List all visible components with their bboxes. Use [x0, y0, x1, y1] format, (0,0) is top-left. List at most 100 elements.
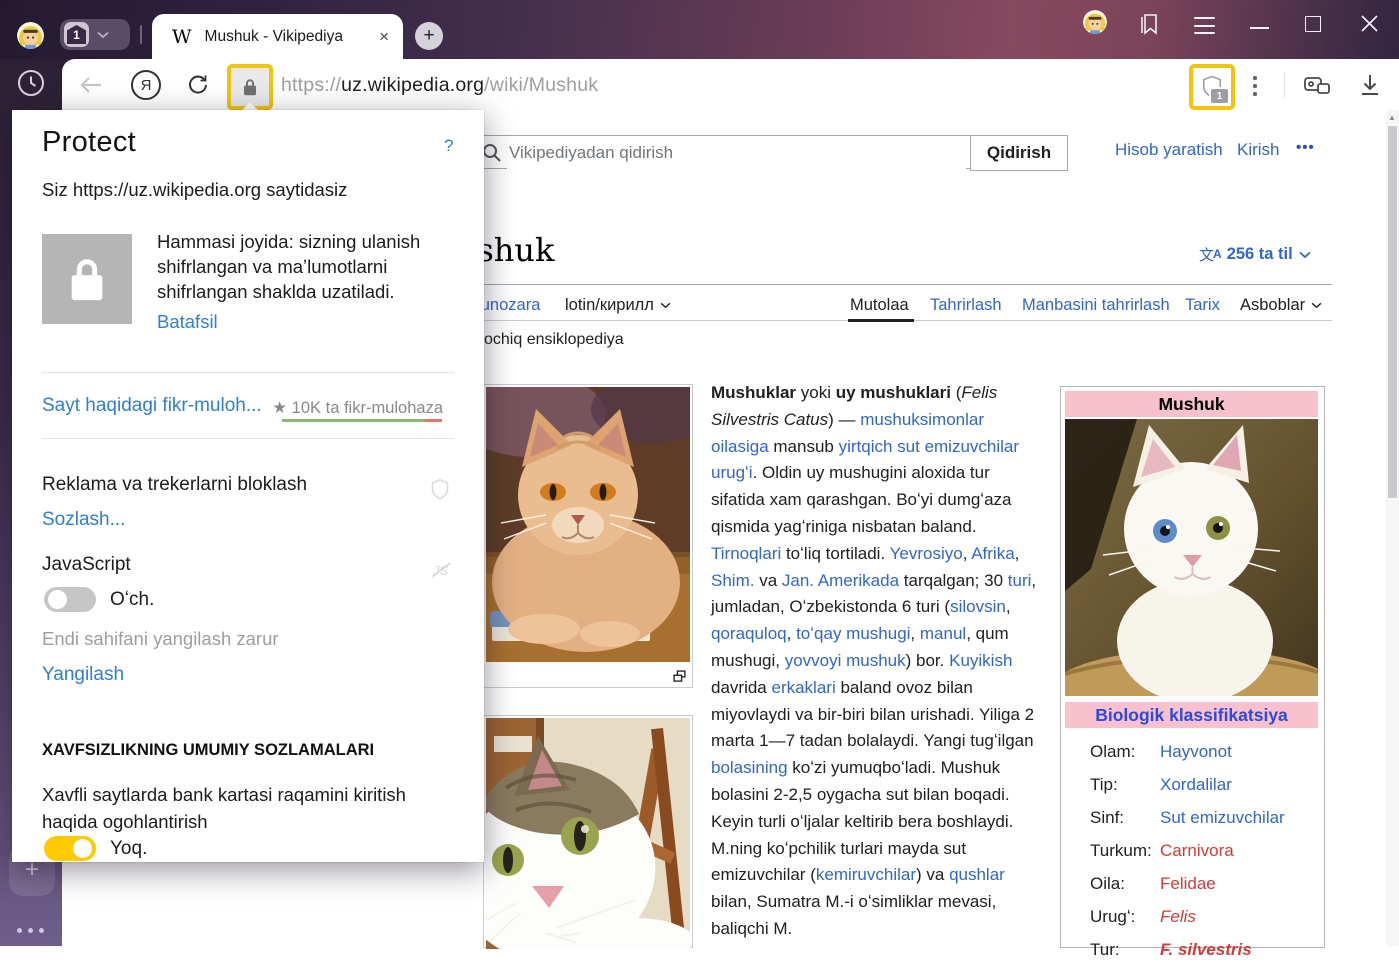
chevron-down-icon: [1311, 302, 1322, 309]
tab-manbasini-tahrirlash[interactable]: Manbasini tahrirlash: [1022, 296, 1170, 315]
profile-avatar[interactable]: [17, 22, 44, 49]
article-link[interactable]: qushlar: [949, 865, 1005, 884]
extensions-icon[interactable]: [1302, 72, 1332, 98]
help-link[interactable]: ?: [444, 136, 453, 156]
close-icon[interactable]: [1360, 14, 1379, 33]
account-avatar[interactable]: [1083, 10, 1107, 34]
article-link[interactable]: Shim.: [711, 571, 754, 590]
article-link[interactable]: toʻqay mushugi: [796, 624, 910, 643]
scroll-up-arrow[interactable]: ▲: [1388, 113, 1396, 122]
tabbar-divider: [140, 25, 142, 44]
article-image-orange-cat[interactable]: [483, 384, 693, 688]
infobox-row-value-link[interactable]: Sut emizuvchilar: [1160, 808, 1285, 828]
sidebar-more-icon[interactable]: [17, 928, 44, 933]
tab-close-icon[interactable]: ×: [379, 28, 389, 45]
site-feedback-link[interactable]: Sayt haqidagi fikr-muloh...: [42, 395, 262, 417]
adblock-settings-link[interactable]: Sozlash...: [42, 509, 125, 531]
divider: [42, 372, 454, 373]
article-link[interactable]: kemiruvchilar: [816, 865, 916, 884]
infobox-row-value-link[interactable]: Felis: [1160, 907, 1196, 927]
javascript-toggle-off[interactable]: [44, 587, 96, 612]
white-kitten-photo: [1065, 419, 1318, 696]
wikipedia-favicon: W: [172, 26, 192, 48]
tab-group-pill[interactable]: 1: [60, 19, 130, 50]
infobox-row-value-link[interactable]: Carnivora: [1160, 841, 1234, 861]
infobox-row: Urugʻ:Felis: [1061, 900, 1324, 933]
article-link[interactable]: Yevrosiyo: [890, 544, 963, 563]
address-bar[interactable]: https://uz.wikipedia.org/wiki/Mushuk: [281, 74, 598, 97]
bookmarks-flag-icon[interactable]: [1136, 11, 1162, 38]
details-link[interactable]: Batafsil: [157, 311, 218, 333]
infobox-row-value-link[interactable]: Xordalilar: [1160, 775, 1232, 795]
infobox-row-value-link[interactable]: F. silvestris: [1160, 940, 1252, 960]
tab-tarix[interactable]: Tarix: [1185, 296, 1220, 315]
bank-warning-toggle-on[interactable]: [44, 836, 96, 861]
tab-tahrirlash[interactable]: Tahrirlash: [930, 296, 1002, 315]
tab-group-badge: 1: [64, 22, 89, 47]
connection-status-text: Hammasi joyida: sizning ulanish shifrlan…: [157, 229, 449, 304]
wiki-search-box[interactable]: [472, 135, 972, 169]
kebab-menu-icon[interactable]: [1253, 76, 1257, 96]
search-button[interactable]: Qidirish: [970, 135, 1068, 171]
article-link[interactable]: qoraquloq: [711, 624, 787, 643]
article-link[interactable]: erkaklari: [771, 678, 835, 697]
lock-icon: [241, 77, 259, 97]
login-link[interactable]: Kirish: [1237, 140, 1280, 160]
infobox-row-label: Olam:: [1090, 742, 1135, 762]
article-link[interactable]: Tirnoqlari: [711, 544, 781, 563]
infobox-section-header: Biologik klassifikatsiya: [1065, 702, 1318, 728]
infobox-row-value-link[interactable]: Felidae: [1160, 874, 1216, 894]
tab-asboblar[interactable]: Asboblar: [1240, 296, 1322, 315]
article-paragraph: Mushuklar yoki uy mushuklari (Felis Silv…: [711, 380, 1037, 943]
javascript-state-label: Oʻch.: [110, 589, 154, 611]
article-link[interactable]: silovsin: [950, 597, 1006, 616]
refresh-link[interactable]: Yangilash: [42, 664, 124, 686]
article-text: mansub: [769, 437, 839, 456]
infobox-row-label: Tur:: [1090, 940, 1120, 960]
article-link[interactable]: Jan. Amerikada: [782, 571, 899, 590]
adblock-label: Reklama va trekerlarni bloklash: [42, 474, 307, 496]
article-text: ,: [1015, 544, 1020, 563]
article-link[interactable]: yovvoyi mushuk: [785, 651, 906, 670]
article-text: Mushuklar: [711, 383, 796, 402]
toolbar-divider: [1284, 72, 1285, 98]
refresh-note: Endi sahifani yangilash zarur: [42, 628, 279, 650]
enlarge-icon[interactable]: [672, 669, 687, 684]
article-link[interactable]: Kuyikish: [949, 651, 1012, 670]
infobox-image-white-kitten[interactable]: [1065, 419, 1318, 696]
reload-icon[interactable]: [186, 73, 210, 97]
feedback-rating: ★ 10K ta fikr-mulohaza: [272, 398, 443, 418]
history-clock-icon[interactable]: [17, 69, 45, 97]
more-options-dots[interactable]: •••: [1296, 139, 1315, 156]
browser-tab-active[interactable]: W Mushuk - Vikipediya ×: [152, 14, 403, 59]
language-count: 256 ta til: [1227, 245, 1293, 264]
maximize-icon[interactable]: [1305, 16, 1321, 32]
minimize-icon[interactable]: [1250, 27, 1269, 29]
infobox-row-label: Turkum:: [1090, 841, 1152, 861]
article-link[interactable]: bolasining: [711, 758, 788, 777]
chevron-down-icon: [1299, 251, 1311, 259]
new-tab-button[interactable]: +: [415, 22, 443, 50]
menu-icon[interactable]: [1194, 17, 1215, 34]
article-text: ,: [1006, 597, 1011, 616]
article-link[interactable]: manul: [920, 624, 966, 643]
protect-shield-button[interactable]: 1: [1189, 64, 1235, 110]
chevron-down-icon: [97, 31, 109, 39]
article-link[interactable]: turi: [1008, 571, 1032, 590]
create-account-link[interactable]: Hisob yaratish: [1115, 140, 1223, 160]
article-image-white-tabby-cat[interactable]: [483, 715, 693, 948]
infobox-row-value-link[interactable]: Hayvonot: [1160, 742, 1232, 762]
article-link[interactable]: Afrika: [971, 544, 1014, 563]
search-input[interactable]: [507, 136, 966, 170]
tab-language-variant[interactable]: lotin/кирилл: [565, 296, 671, 315]
back-icon[interactable]: [79, 75, 103, 95]
page-scrollbar[interactable]: ▲: [1386, 110, 1399, 946]
infobox: Mushuk Biologik klassifikat: [1060, 386, 1325, 948]
language-selector[interactable]: 文A 256 ta til: [1199, 244, 1311, 265]
bank-warning-state-label: Yoq.: [110, 838, 147, 860]
yandex-icon[interactable]: Я: [131, 70, 161, 100]
scrollbar-thumb[interactable]: [1388, 126, 1397, 498]
tab-mutolaa-active[interactable]: Mutolaa: [850, 296, 909, 315]
downloads-icon[interactable]: [1358, 72, 1382, 98]
search-icon: [482, 143, 501, 162]
